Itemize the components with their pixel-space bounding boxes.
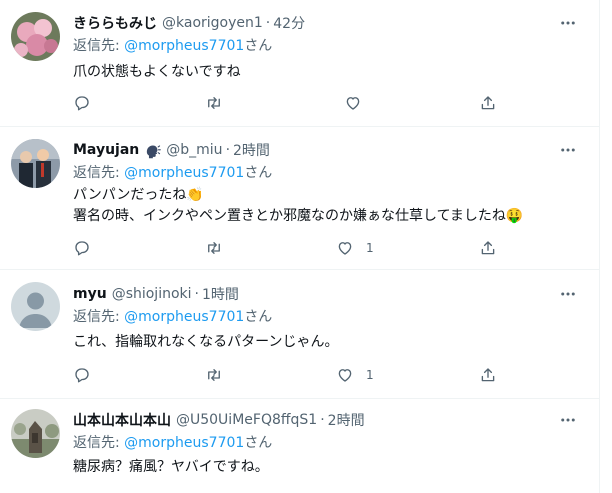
reply-timeline: きららもみじ @kaorigoyen1 · 42分 返信先: @morpheus… (0, 0, 600, 493)
user-handle[interactable]: @U50UiMeFQ8ffqS1 (176, 412, 317, 428)
tweet-text-line: パンパンだったね👏 (73, 187, 204, 203)
mention-link[interactable]: @morpheus7701 (124, 309, 244, 325)
avatar[interactable] (11, 282, 60, 331)
reply-button[interactable] (73, 238, 91, 258)
tweet-actions: 1 (73, 365, 503, 385)
tweet-text: パンパンだったね👏 署名の時、インクやペン置きとか邪魔なのか嫌ぁな仕草してました… (73, 185, 523, 227)
avatar[interactable] (11, 12, 60, 61)
reply-suffix: さん (244, 309, 273, 325)
tweet-item[interactable]: 山本山本山本山 @U50UiMeFQ8ffqS1 · 2時間 返信先: @mor… (0, 399, 600, 493)
more-icon[interactable] (558, 140, 578, 160)
reply-icon (75, 368, 89, 383)
tweet-actions (73, 93, 503, 113)
separator-dot: · (194, 286, 199, 302)
retweet-button[interactable] (205, 93, 223, 113)
display-name[interactable]: きららもみじ (73, 13, 157, 33)
tweet-item[interactable]: きららもみじ @kaorigoyen1 · 42分 返信先: @morpheus… (0, 0, 600, 127)
share-button[interactable] (479, 238, 497, 258)
timestamp[interactable]: 42分 (273, 13, 305, 33)
like-icon (338, 369, 352, 382)
display-name[interactable]: 山本山本山本山 (73, 410, 171, 430)
timestamp[interactable]: 2時間 (233, 140, 270, 160)
tweet-item[interactable]: Mayujan @b_miu · 2時間 返信先: @morpheus7701さ… (0, 127, 600, 270)
separator-dot: · (225, 142, 231, 158)
retweet-icon (208, 369, 220, 381)
mention-link[interactable]: @morpheus7701 (124, 165, 244, 181)
reply-context: 返信先: @morpheus7701さん (73, 306, 272, 326)
like-button[interactable]: 1 (336, 365, 374, 385)
share-icon (481, 241, 495, 255)
like-button[interactable]: 1 (336, 238, 374, 258)
tweet-header: 山本山本山本山 @U50UiMeFQ8ffqS1 · 2時間 (73, 410, 365, 430)
tweet-text-line: これ、指輪取れなくなるパターンじゃん。 (73, 334, 339, 350)
like-button[interactable] (344, 93, 374, 113)
reply-suffix: さん (244, 38, 273, 54)
user-handle[interactable]: @kaorigoyen1 (162, 15, 263, 31)
avatar[interactable] (11, 409, 60, 458)
tweet-header: myu @shiojinoki · 1時間 (73, 284, 239, 304)
mention-link[interactable]: @morpheus7701 (124, 435, 244, 451)
tweet-actions: 1 (73, 238, 503, 258)
like-icon (346, 97, 360, 110)
display-name[interactable]: Mayujan (73, 142, 139, 158)
tweet-text: 糖尿病？痛風？ヤバイですね。 (73, 457, 269, 478)
reply-context: 返信先: @morpheus7701さん (73, 162, 272, 182)
tweet-header: きららもみじ @kaorigoyen1 · 42分 (73, 13, 305, 33)
tweet-text: 爪の状態もよくないですね (73, 62, 241, 83)
like-count: 1 (366, 368, 374, 382)
reply-label: 返信先: (73, 165, 125, 181)
more-icon[interactable] (558, 13, 578, 33)
reply-icon (75, 241, 89, 256)
like-icon (338, 242, 352, 255)
retweet-icon (208, 242, 220, 254)
user-handle[interactable]: @shiojinoki (112, 286, 192, 302)
reply-context: 返信先: @morpheus7701さん (73, 432, 272, 452)
reply-label: 返信先: (73, 38, 125, 54)
tweet-text: これ、指輪取れなくなるパターンじゃん。 (73, 332, 338, 353)
retweet-icon (208, 97, 220, 109)
share-button[interactable] (479, 365, 497, 385)
avatar[interactable] (11, 139, 60, 188)
like-count: 1 (366, 241, 374, 255)
share-icon (481, 368, 495, 382)
display-name[interactable]: myu (73, 286, 107, 302)
tweet-text-line: 署名の時、インクやペン置きとか邪魔なのか嫌ぁな仕草してましたね🤑 (73, 208, 524, 224)
separator-dot: · (265, 15, 271, 31)
tweet-item[interactable]: myu @shiojinoki · 1時間 返信先: @morpheus7701… (0, 270, 600, 399)
reply-suffix: さん (244, 165, 273, 181)
tweet-text-line: 爪の状態もよくないですね (73, 64, 241, 80)
tweet-text-line: 糖尿病？痛風？ヤバイですね。 (73, 459, 269, 475)
retweet-button[interactable] (205, 238, 223, 258)
timestamp[interactable]: 1時間 (202, 284, 239, 304)
more-icon[interactable] (558, 410, 578, 430)
reply-label: 返信先: (73, 435, 125, 451)
reply-label: 返信先: (73, 309, 125, 325)
share-icon (481, 96, 495, 110)
separator-dot: · (320, 412, 325, 428)
share-button[interactable] (479, 93, 497, 113)
scrollbar-gutter (600, 0, 612, 493)
reply-button[interactable] (73, 93, 91, 113)
mention-link[interactable]: @morpheus7701 (124, 38, 244, 54)
reply-suffix: さん (244, 435, 273, 451)
tweet-header: Mayujan @b_miu · 2時間 (73, 140, 270, 160)
timestamp[interactable]: 2時間 (328, 410, 365, 430)
more-icon[interactable] (558, 284, 578, 304)
speaking-head-emoji-icon (144, 142, 162, 159)
retweet-button[interactable] (205, 365, 223, 385)
user-handle[interactable]: @b_miu (166, 142, 222, 158)
reply-icon (75, 96, 89, 111)
reply-context: 返信先: @morpheus7701さん (73, 35, 272, 55)
reply-button[interactable] (73, 365, 91, 385)
